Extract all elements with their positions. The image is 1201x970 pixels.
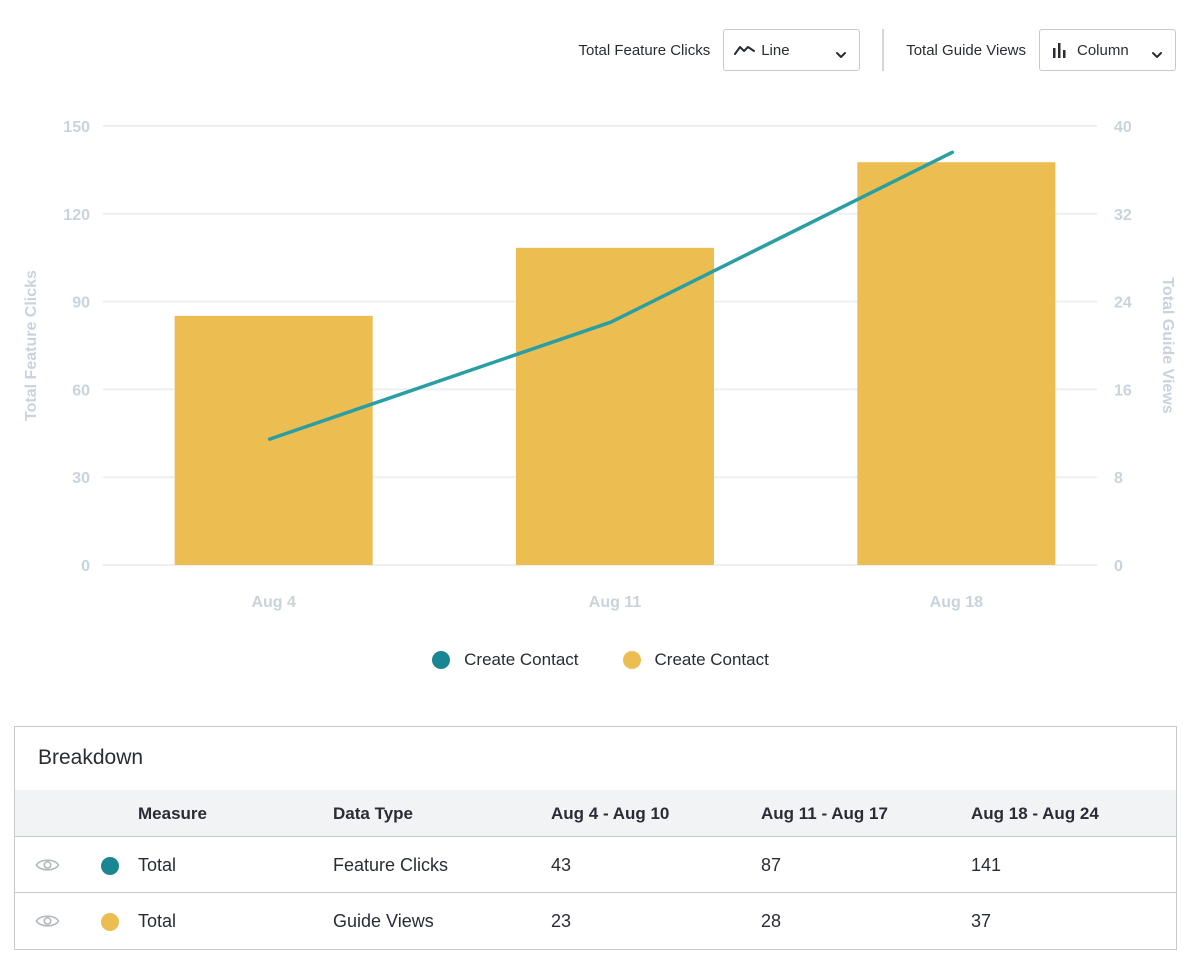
legend-swatch [622,651,641,669]
bar [174,315,373,565]
cell-measure: Total [138,911,177,931]
x-tick-label: Aug 18 [930,594,983,611]
eye-icon[interactable] [35,856,60,874]
y-right-axis-title: Total Guide Views [1159,277,1176,413]
line-point [950,150,954,154]
y-right-tick-label: 8 [1114,470,1123,487]
cell-week-2: 87 [761,855,782,875]
y-right-tick-label: 40 [1114,119,1132,136]
eye-icon[interactable] [35,912,60,930]
y-left-tick-label: 60 [72,382,90,399]
cell-data-type: Feature Clicks [333,855,449,875]
bar [857,162,1056,565]
bar [516,247,714,565]
y-left-axis-title: Total Feature Clicks [23,270,40,421]
y-right-tick-label: 24 [1114,295,1132,312]
cell-week-3: 141 [971,855,1002,875]
cell-data-type: Guide Views [333,911,434,931]
header-data-type: Data Type [333,804,413,823]
table-header: Measure Data Type Aug 4 - Aug 10 Aug 11 … [15,790,1176,837]
x-tick-label: Aug 11 [589,594,642,611]
y-right-tick-label: 32 [1114,207,1132,224]
legend-item-bar[interactable]: Create Contact [622,650,769,670]
y-right-tick-label: 0 [1114,558,1123,575]
table-row: Total Guide Views 23 28 37 [15,893,1176,949]
header-measure: Measure [138,804,207,823]
y-left-tick-label: 120 [63,207,90,224]
x-tick-label: Aug 4 [251,594,296,611]
legend-label: Create Contact [464,650,579,669]
breakdown-title: Breakdown [38,746,144,769]
breakdown-panel: Breakdown Measure Data Type Aug 4 - Aug … [14,726,1177,950]
series-color-dot [101,857,119,875]
header-week-2: Aug 11 - Aug 17 [761,804,888,823]
cell-week-1: 23 [551,911,572,931]
series-color-dot [101,913,119,931]
chart-legend: Create Contact Create Contact [0,650,1201,670]
cell-week-2: 28 [761,911,782,931]
table-row: Total Feature Clicks 43 87 141 [15,837,1176,893]
y-left-tick-label: 30 [72,470,90,487]
y-left-tick-label: 0 [81,558,90,575]
cell-measure: Total [138,855,177,875]
legend-label: Create Contact [654,650,769,669]
combo-chart: 0 30 60 90 120 150 0 8 16 24 32 40 Total Feature Cli… [23,119,1176,611]
header-week-3: Aug 18 - Aug 24 [971,804,1099,823]
legend-swatch [432,651,451,669]
line-point [268,437,272,441]
header-week-1: Aug 4 - Aug 10 [551,804,670,823]
line-point [609,320,613,324]
y-right-tick-label: 16 [1114,382,1132,399]
y-left-tick-label: 90 [72,295,90,312]
cell-week-3: 37 [971,911,992,931]
legend-item-line[interactable]: Create Contact [432,650,579,670]
y-left-tick-label: 150 [63,119,90,136]
cell-week-1: 43 [551,855,572,875]
